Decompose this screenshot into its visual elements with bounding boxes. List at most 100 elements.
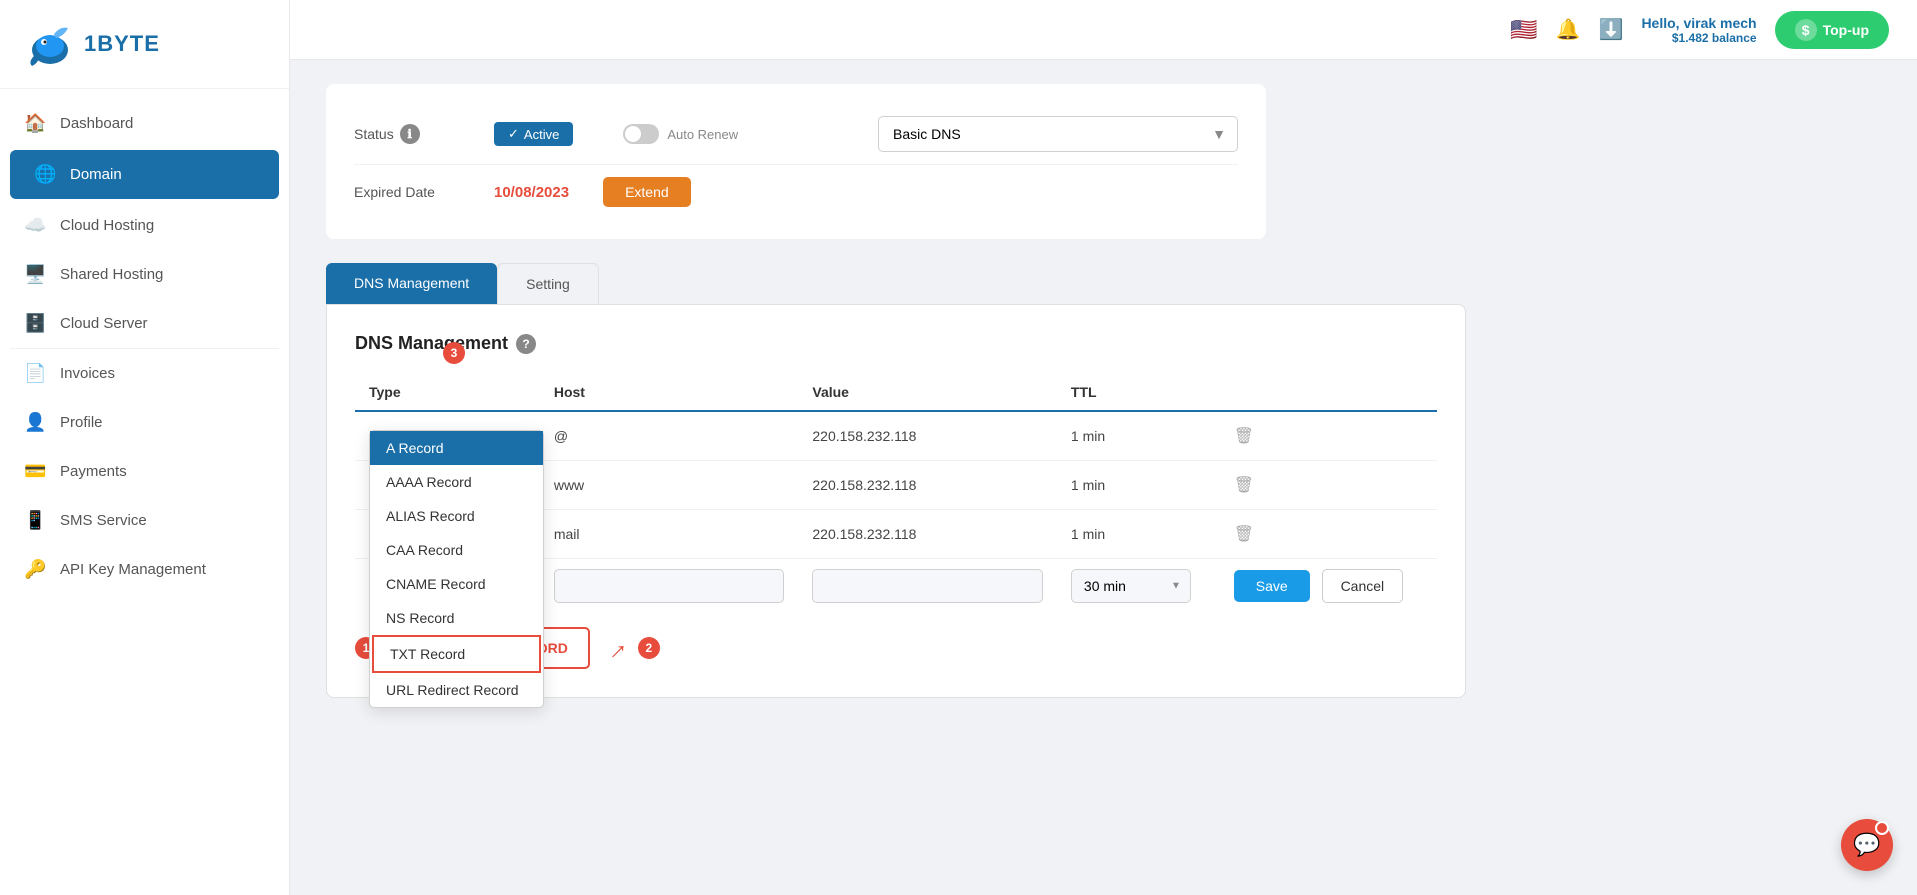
record-value-cell: 220.158.232.118 (798, 510, 1057, 559)
dropdown-item-aaaa[interactable]: AAAA Record (370, 465, 543, 499)
topbar: 🇺🇸 🔔 ⬇️ Hello, virak mech $1.482 balance… (290, 0, 1917, 60)
sidebar-item-label: Cloud Server (60, 315, 148, 332)
chat-badge (1875, 821, 1889, 835)
sidebar-logo: 1BYTE (0, 0, 289, 89)
record-ttl-cell: 1 min (1057, 411, 1220, 461)
sidebar-item-domain[interactable]: 🌐 Domain (10, 150, 279, 199)
payments-icon: 💳 (24, 461, 46, 482)
record-ttl-cell: 1 min (1057, 461, 1220, 510)
profile-icon: 👤 (24, 412, 46, 433)
dropdown-item-cname[interactable]: CNAME Record (370, 567, 543, 601)
col-type: Type (355, 374, 540, 411)
expired-label: Expired Date (354, 184, 474, 200)
dropdown-item-url[interactable]: URL Redirect Record (370, 673, 543, 707)
type-dropdown-popup: A Record AAAA Record ALIAS Record CAA Re… (369, 430, 544, 708)
sidebar-item-label: Profile (60, 414, 103, 431)
sidebar-item-cloud-server[interactable]: 🗄️ Cloud Server (0, 299, 289, 348)
language-flag[interactable]: 🇺🇸 (1510, 17, 1537, 43)
record-type-dropdown-container: A Record A Record AAAA Record ALIAS Reco… (369, 428, 526, 444)
download-icon[interactable]: ⬇️ (1599, 17, 1624, 42)
new-value-input[interactable] (812, 569, 1043, 603)
col-ttl: TTL (1057, 374, 1220, 411)
sidebar-item-label: Shared Hosting (60, 266, 163, 283)
record-value-cell: 220.158.232.118 (798, 411, 1057, 461)
arrow-icon: → (595, 628, 635, 668)
sidebar-item-payments[interactable]: 💳 Payments (0, 447, 289, 496)
delete-record-icon[interactable]: 🗑 (1234, 477, 1254, 494)
main-content: Status ℹ ✓ Active Auto Renew Basic DNS ▼ (290, 60, 1917, 895)
col-host: Host (540, 374, 799, 411)
sidebar-item-label: Dashboard (60, 115, 133, 132)
tab-setting[interactable]: Setting (497, 263, 599, 304)
expired-date-value: 10/08/2023 (494, 184, 569, 201)
invoices-icon: 📄 (24, 363, 46, 384)
save-record-button[interactable]: Save (1234, 570, 1310, 602)
sidebar-item-label: API Key Management (60, 561, 206, 578)
sidebar-item-label: SMS Service (60, 512, 147, 529)
check-icon: ✓ (508, 126, 519, 142)
table-row: A Record A Record AAAA Record ALIAS Reco… (355, 411, 1437, 461)
dollar-icon: $ (1795, 19, 1817, 41)
sms-icon: 📱 (24, 510, 46, 531)
record-host-cell: www (540, 461, 799, 510)
delete-record-icon[interactable]: 🗑 (1234, 428, 1254, 445)
cloud-server-icon: 🗄️ (24, 313, 46, 334)
sidebar-item-api[interactable]: 🔑 API Key Management (0, 545, 289, 594)
user-greeting: Hello, virak mech (1641, 15, 1756, 31)
sidebar-item-invoices[interactable]: 📄 Invoices (0, 349, 289, 398)
sidebar-item-cloud-hosting[interactable]: ☁️ Cloud Hosting (0, 201, 289, 250)
sidebar-item-sms[interactable]: 📱 SMS Service (0, 496, 289, 545)
record-value-cell: 220.158.232.118 (798, 461, 1057, 510)
chat-button[interactable]: 💬 (1841, 819, 1893, 871)
auto-renew-toggle[interactable] (623, 124, 659, 144)
sidebar-item-profile[interactable]: 👤 Profile (0, 398, 289, 447)
logo-text: 1BYTE (84, 31, 160, 57)
record-action-cell: 🗑 (1220, 510, 1437, 559)
dns-help-icon[interactable]: ? (516, 334, 536, 354)
cancel-record-button[interactable]: Cancel (1322, 569, 1404, 603)
dropdown-item-caa[interactable]: CAA Record (370, 533, 543, 567)
delete-record-icon[interactable]: 🗑 (1234, 526, 1254, 543)
dropdown-item-a-record[interactable]: A Record (370, 431, 543, 465)
annotation-3-area: 3 (443, 342, 470, 364)
new-host-input[interactable] (554, 569, 785, 603)
topup-label: Top-up (1823, 22, 1869, 38)
shared-hosting-icon: 🖥️ (24, 264, 46, 285)
extend-button[interactable]: Extend (603, 177, 691, 207)
dropdown-item-txt[interactable]: TXT Record (372, 635, 541, 673)
api-icon: 🔑 (24, 559, 46, 580)
status-badge: ✓ Active (494, 122, 573, 146)
dns-type-container: Basic DNS ▼ (878, 116, 1238, 152)
sidebar: 1BYTE 🏠 Dashboard 🌐 Domain ☁️ Cloud Host… (0, 0, 290, 895)
record-ttl-cell: 1 min (1057, 510, 1220, 559)
table-header-row: Type Host Value TTL (355, 374, 1437, 411)
record-host-cell: mail (540, 510, 799, 559)
new-host-cell (540, 559, 799, 614)
dropdown-item-alias[interactable]: ALIAS Record (370, 499, 543, 533)
dropdown-item-ns[interactable]: NS Record (370, 601, 543, 635)
tab-dns-management[interactable]: DNS Management (326, 263, 497, 304)
dns-type-select[interactable]: Basic DNS (878, 116, 1238, 152)
col-value: Value (798, 374, 1057, 411)
sidebar-nav: 🏠 Dashboard 🌐 Domain ☁️ Cloud Hosting 🖥️… (0, 99, 289, 594)
new-ttl-cell: 30 min 1 min 5 min 1 hour (1057, 559, 1220, 614)
sidebar-item-label: Domain (70, 166, 122, 183)
logo-icon (24, 18, 76, 70)
annotation-3: 3 (443, 342, 465, 364)
sidebar-item-shared-hosting[interactable]: 🖥️ Shared Hosting (0, 250, 289, 299)
new-ttl-select[interactable]: 30 min 1 min 5 min 1 hour (1071, 569, 1191, 603)
new-ttl-wrapper: 30 min 1 min 5 min 1 hour (1071, 569, 1191, 603)
sidebar-item-dashboard[interactable]: 🏠 Dashboard (0, 99, 289, 148)
dns-table: Type Host Value TTL (355, 374, 1437, 613)
notification-icon[interactable]: 🔔 (1556, 17, 1581, 42)
main-area: 🇺🇸 🔔 ⬇️ Hello, virak mech $1.482 balance… (290, 0, 1917, 895)
new-value-cell (798, 559, 1057, 614)
record-action-cell: 🗑 (1220, 461, 1437, 510)
status-card: Status ℹ ✓ Active Auto Renew Basic DNS ▼ (326, 84, 1266, 239)
status-row: Status ℹ ✓ Active Auto Renew Basic DNS ▼ (354, 104, 1238, 165)
balance-label: balance (1712, 31, 1757, 45)
dns-table-container: Type Host Value TTL (355, 374, 1437, 613)
topup-button[interactable]: $ Top-up (1775, 11, 1889, 49)
status-help-icon[interactable]: ℹ (400, 124, 420, 144)
user-info: Hello, virak mech $1.482 balance (1641, 15, 1756, 45)
